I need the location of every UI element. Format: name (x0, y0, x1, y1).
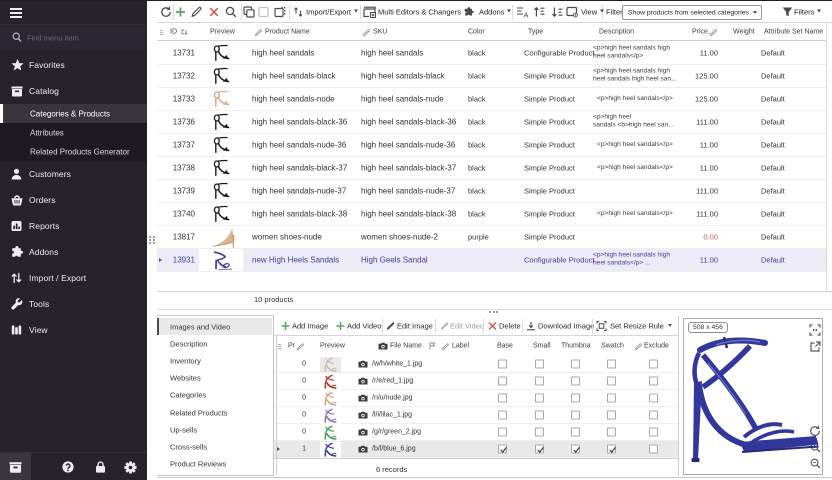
svg-text:A: A (524, 10, 529, 18)
